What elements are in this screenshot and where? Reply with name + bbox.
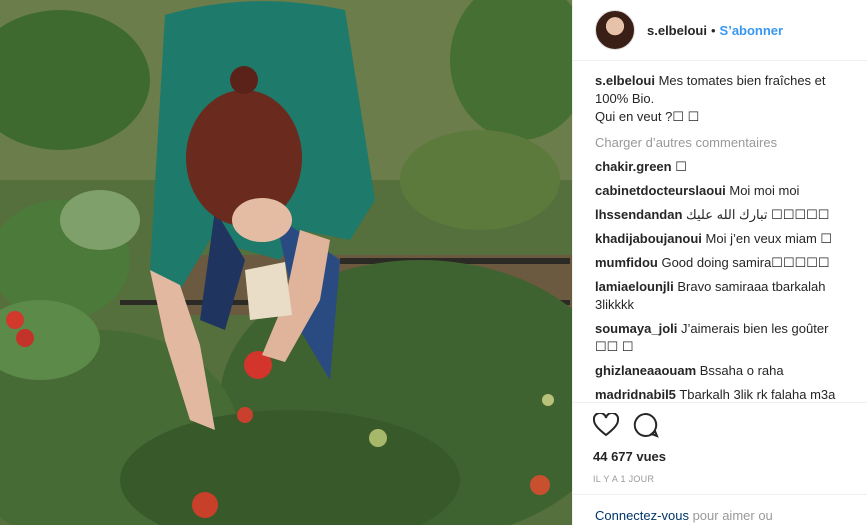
comment-text: Moi moi moi: [729, 183, 800, 198]
caption-username[interactable]: s.elbeloui: [595, 73, 655, 88]
comment-username[interactable]: lhssendandan: [595, 207, 682, 222]
comment-username[interactable]: madridnabil5: [595, 387, 676, 402]
caption-text-line2: Qui en veut ?☐ ☐: [595, 109, 700, 124]
post-video[interactable]: [0, 0, 572, 525]
post-timestamp[interactable]: IL Y A 1 JOUR: [593, 474, 848, 484]
comment-item: lamiaelounjli Bravo samiraaa tbarkalah 3…: [595, 278, 846, 314]
login-prompt-text: pour aimer ou: [688, 508, 773, 523]
comment-text: Good doing samira☐☐☐☐☐: [661, 255, 830, 270]
comment-item: cabinetdocteurslaoui Moi moi moi: [595, 182, 846, 200]
post-sidebar: s.elbeloui • S’abonner s.elbeloui Mes to…: [572, 0, 867, 525]
comment-item: soumaya_joli J’aimerais bien les goûter …: [595, 320, 846, 356]
comment-text: Tbarkalh 3lik rk falaha m3a: [679, 387, 836, 402]
login-link[interactable]: Connectez-vous: [595, 508, 689, 523]
comment-username[interactable]: soumaya_joli: [595, 321, 677, 336]
comment-text: Moi j’en veux miam ☐: [705, 231, 833, 246]
like-heart-icon[interactable]: [593, 413, 619, 437]
comment-username[interactable]: mumfidou: [595, 255, 658, 270]
follow-button[interactable]: S’abonner: [720, 23, 784, 38]
comment-username[interactable]: khadijaboujanoui: [595, 231, 702, 246]
comment-text: ☐: [675, 159, 687, 174]
comment-text: Bssaha o raha: [699, 363, 784, 378]
login-prompt: Connectez-vous pour aimer ou: [573, 494, 867, 525]
comment-item: ghizlaneaaouam Bssaha o raha: [595, 362, 846, 380]
author-username[interactable]: s.elbeloui: [647, 23, 707, 38]
comment-username[interactable]: lamiaelounjli: [595, 279, 674, 294]
garden-scene: [0, 0, 572, 525]
comment-username[interactable]: cabinetdocteurslaoui: [595, 183, 726, 198]
comment-item: madridnabil5 Tbarkalh 3lik rk falaha m3a: [595, 386, 846, 402]
view-count[interactable]: 44 677 vues: [593, 449, 848, 464]
post-caption: s.elbeloui Mes tomates bien fraîches et …: [595, 72, 846, 126]
comment-item: mumfidou Good doing samira☐☐☐☐☐: [595, 254, 846, 272]
post-actions: 44 677 vues IL Y A 1 JOUR: [573, 402, 867, 484]
comment-item: chakir.green ☐: [595, 158, 846, 176]
comments-list[interactable]: s.elbeloui Mes tomates bien fraîches et …: [573, 62, 867, 402]
header-separator: •: [710, 22, 716, 38]
comment-item: khadijaboujanoui Moi j’en veux miam ☐: [595, 230, 846, 248]
comment-text: تبارك الله عليك ☐☐☐☐☐: [686, 207, 830, 222]
comment-username[interactable]: ghizlaneaaouam: [595, 363, 696, 378]
load-more-comments-button[interactable]: Charger d’autres commentaires: [595, 135, 846, 150]
post-header: s.elbeloui • S’abonner: [573, 0, 867, 61]
comment-username[interactable]: chakir.green: [595, 159, 672, 174]
comment-item: lhssendandan تبارك الله عليك ☐☐☐☐☐: [595, 206, 846, 224]
comment-bubble-icon[interactable]: [633, 412, 659, 438]
author-avatar[interactable]: [595, 10, 635, 50]
